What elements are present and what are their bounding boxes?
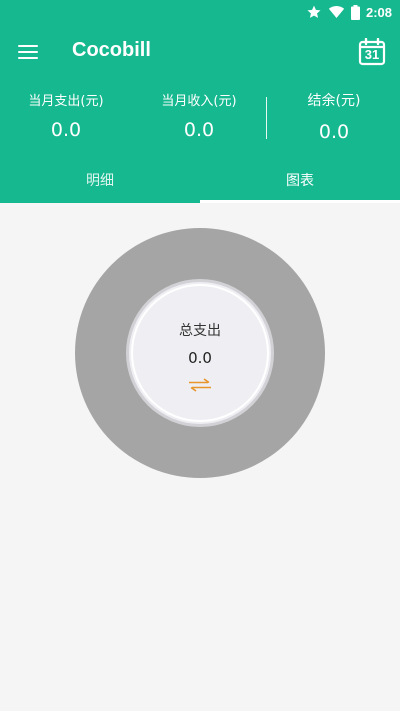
battery-icon xyxy=(350,4,360,20)
balance-label: 结余(元) xyxy=(307,93,361,109)
menu-button[interactable] xyxy=(16,40,40,64)
balance-value: 0.0 xyxy=(318,121,350,143)
summary-panel: 当月支出(元) 0.0 当月收入(元) 0.0 结余(元) 0.0 xyxy=(0,82,400,152)
donut-chart: 总支出 0.0 xyxy=(75,228,325,478)
tab-bar: 明细 图表 xyxy=(0,156,400,203)
swap-arrows-icon xyxy=(189,378,211,392)
star-icon xyxy=(307,5,321,18)
wifi-icon xyxy=(328,6,345,18)
status-icons: 2:08 xyxy=(306,4,392,20)
calendar-button[interactable]: 31 xyxy=(358,37,386,66)
tab-detail[interactable]: 明细 xyxy=(0,156,200,203)
monthly-expense: 当月支出(元) 0.0 xyxy=(22,90,110,141)
total-expense-value: 0.0 xyxy=(188,349,212,367)
status-bar: 2:08 xyxy=(0,0,400,24)
toolbar: Cocobill 31 xyxy=(0,24,400,80)
balance: 结余(元) 0.0 xyxy=(290,90,378,143)
monthly-income-value: 0.0 xyxy=(183,119,215,141)
chart-area: 总支出 0.0 xyxy=(0,203,400,711)
hamburger-menu-icon xyxy=(18,45,38,47)
monthly-income: 当月收入(元) 0.0 xyxy=(155,90,243,141)
monthly-expense-value: 0.0 xyxy=(50,119,82,141)
app-header: 2:08 Cocobill 31 当月支出(元) 0.0 当月收入(元) 0.0 xyxy=(0,0,400,203)
app-title: Cocobill xyxy=(72,39,151,61)
summary-divider xyxy=(266,97,267,139)
monthly-expense-label: 当月支出(元) xyxy=(28,94,104,109)
toggle-type-button[interactable]: 总支出 0.0 xyxy=(129,282,271,424)
monthly-income-label: 当月收入(元) xyxy=(161,94,237,109)
total-expense-label: 总支出 xyxy=(179,323,221,339)
status-time: 2:08 xyxy=(365,4,392,20)
calendar-day: 31 xyxy=(364,47,380,62)
tab-chart[interactable]: 图表 xyxy=(200,156,400,203)
